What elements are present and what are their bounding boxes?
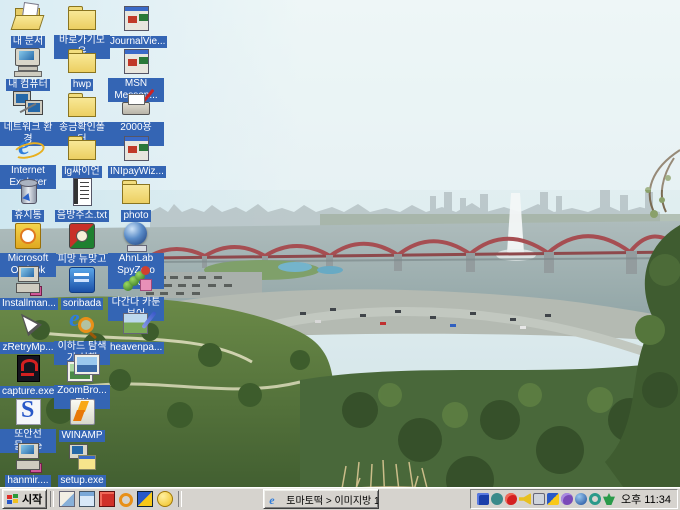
- taskbar-separator: [178, 491, 182, 507]
- cursor-arrow-icon: [12, 308, 44, 340]
- desktop-icon-capture-exe[interactable]: capture.exe: [0, 352, 56, 398]
- tray-v3-icon[interactable]: [547, 493, 559, 505]
- desktop-icon-photo-folder[interactable]: photo: [108, 176, 164, 222]
- desktop-icon-my-documents[interactable]: 내 문서: [0, 2, 56, 48]
- s-logo-icon: S: [12, 396, 44, 428]
- media-player-icon[interactable]: [99, 491, 115, 507]
- desktop-icon-hanmir[interactable]: hanmir....: [0, 441, 56, 487]
- tray-internet-globe-icon[interactable]: [575, 493, 587, 505]
- taskbar-clock[interactable]: 오후 11:34: [621, 491, 671, 507]
- desktop-icon-installman[interactable]: Installman...: [0, 264, 56, 310]
- desktop-icon-recycle-bin[interactable]: 휴지통: [0, 176, 56, 222]
- show-desktop-icon[interactable]: [59, 491, 75, 507]
- search-icon[interactable]: [119, 493, 133, 507]
- app-window-icon: [120, 45, 152, 77]
- desktop-icon-address-txt[interactable]: 음방주소.txt: [54, 176, 110, 222]
- s-letter: S: [21, 397, 34, 424]
- windows-logo-icon: [7, 494, 19, 505]
- desktop-icon-inipay-wizard[interactable]: INIpayWiz...: [108, 132, 164, 178]
- outlook-express-icon[interactable]: [79, 491, 95, 507]
- soribada-icon: [66, 264, 98, 296]
- desktop-icon-winamp[interactable]: WINAMP: [54, 396, 110, 442]
- folder-icon: [66, 2, 98, 34]
- game-tile-icon: [66, 220, 98, 252]
- folder-icon: [66, 45, 98, 77]
- taskbar: 시작 e 토마토떡 > 이미지방 1... 오후 11:34: [0, 487, 680, 510]
- winamp-lightning-icon: [66, 396, 98, 428]
- internet-explorer-icon: e: [12, 132, 44, 164]
- desktop-icon-setup-exe[interactable]: setup.exe: [54, 441, 110, 487]
- image-editor-icon: [120, 308, 152, 340]
- tray-ime-icon[interactable]: [533, 493, 545, 505]
- v3-vaccine-icon[interactable]: [137, 491, 153, 507]
- tray-ahnlab-icon[interactable]: [505, 493, 517, 505]
- setup-icon: [66, 441, 98, 473]
- image-stack-icon: [66, 352, 98, 384]
- open-folder-icon: [12, 2, 44, 34]
- caterpillar-icon: [120, 264, 152, 296]
- installer-icon: [12, 441, 44, 473]
- desktop-icon-pmang-matgo[interactable]: 피망 뉴맞고: [54, 220, 110, 266]
- recycle-bin-icon: [12, 176, 44, 208]
- blue-orb-icon: [120, 220, 152, 252]
- desktop-icon-journalviewer[interactable]: JournalVie...: [108, 2, 164, 48]
- e-magnifier-icon: e: [66, 308, 98, 340]
- taskbar-window-title: 토마토떡 > 이미지방 1...: [286, 492, 379, 507]
- tray-vaccine-icon[interactable]: [603, 493, 615, 505]
- start-button[interactable]: 시작: [2, 489, 47, 509]
- messenger-face-icon[interactable]: [157, 491, 173, 507]
- ie-letter: e: [18, 130, 30, 161]
- desktop-icon-label: hanmir....: [5, 475, 50, 487]
- tray-music-icon[interactable]: [561, 493, 573, 505]
- folder-icon: [66, 132, 98, 164]
- system-tray: 오후 11:34: [470, 489, 678, 509]
- outlook-icon: [12, 220, 44, 252]
- installer-icon: [12, 264, 44, 296]
- text-file-icon: [66, 176, 98, 208]
- desktop-icon-heavenpa[interactable]: heavenpa...: [108, 308, 164, 354]
- desktop-icon-zretrymp[interactable]: zRetryMp...: [0, 308, 56, 354]
- tray-volume-icon[interactable]: [519, 493, 531, 505]
- desktop-icon-label: setup.exe: [58, 475, 105, 487]
- ahn-capture-icon: [12, 352, 44, 384]
- computer-icon: [12, 45, 44, 77]
- network-icon: [12, 89, 44, 121]
- desktop-screen: { "colors": { "icon_label_bg": "#3465b4"…: [0, 0, 680, 510]
- desktop-icon-soribada[interactable]: soribada: [54, 264, 110, 310]
- desktop-icon-hwp-folder[interactable]: hwp: [54, 45, 110, 91]
- tray-messenger-icon[interactable]: [477, 493, 489, 505]
- taskbar-window-button[interactable]: e 토마토떡 > 이미지방 1...: [263, 489, 379, 509]
- desktop-icon-label: heavenpa...: [108, 342, 164, 354]
- desktop-icon-my-computer[interactable]: 내 컴퓨터: [0, 45, 56, 91]
- start-button-label: 시작: [22, 491, 42, 507]
- desktop-icon-lg-cyon-folder[interactable]: lg싸이언: [54, 132, 110, 178]
- app-window-icon: [120, 132, 152, 164]
- internet-explorer-icon: e: [269, 493, 282, 506]
- printer-icon: [120, 89, 152, 121]
- tray-updater-icon[interactable]: [589, 493, 601, 505]
- taskbar-separator: [50, 491, 54, 507]
- folder-icon: [120, 176, 152, 208]
- app-window-icon: [120, 2, 152, 34]
- tray-network-icon[interactable]: [491, 493, 503, 505]
- folder-icon: [66, 89, 98, 121]
